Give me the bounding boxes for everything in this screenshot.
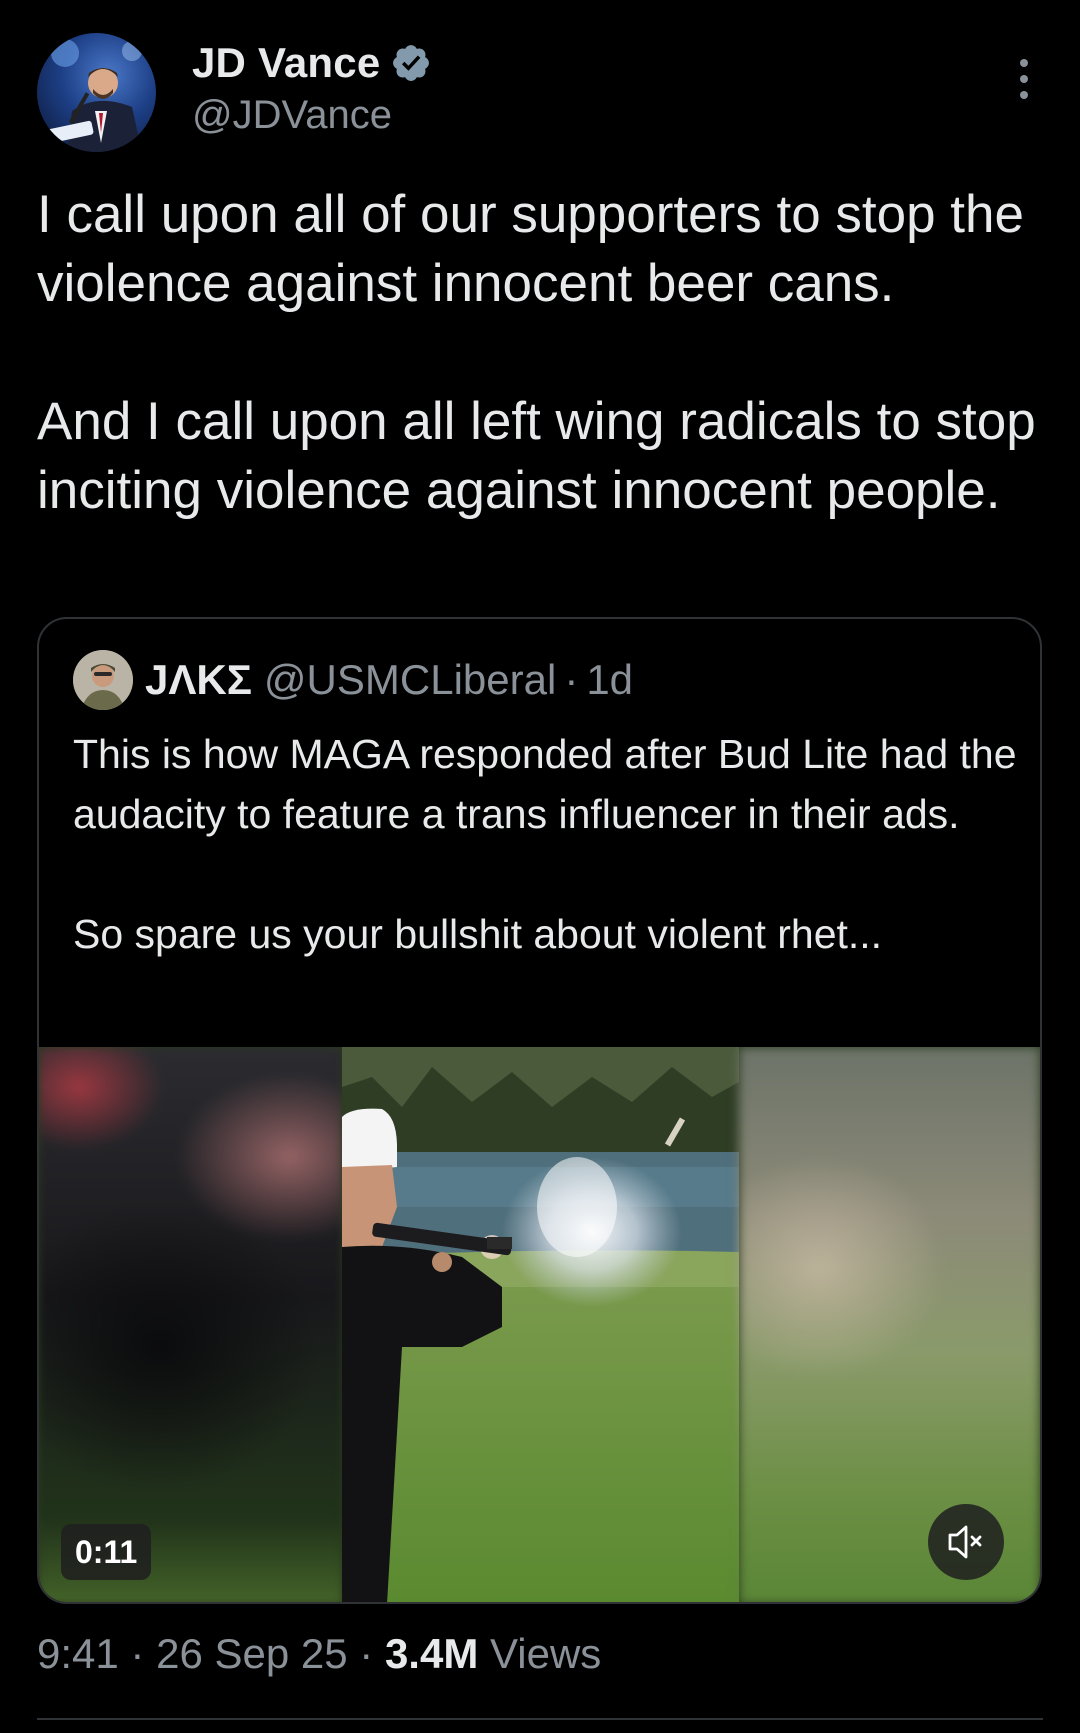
meta-separator: · xyxy=(359,1630,374,1677)
quoted-tweet-header: JΛKΣ @USMCLiberal · 1d xyxy=(73,649,633,711)
tweet-text: I call upon all of our supporters to sto… xyxy=(37,180,1057,525)
quoted-tweet-text: This is how MAGA responded after Bud Lit… xyxy=(73,724,1023,964)
quoted-author-handle[interactable]: @USMCLiberal xyxy=(264,656,556,704)
quoted-paragraph-1: This is how MAGA responded after Bud Lit… xyxy=(73,731,1017,837)
video-frame-left-blurred xyxy=(39,1047,342,1602)
video-frame-center xyxy=(342,1047,739,1602)
tweet-paragraph-2: And I call upon all left wing radicals t… xyxy=(37,392,1036,520)
author-avatar[interactable] xyxy=(37,33,156,152)
tweet-time[interactable]: 9:41 xyxy=(37,1630,119,1677)
meta-separator: · xyxy=(130,1630,145,1677)
tweet-metadata: 9:41 · 26 Sep 25 · 3.4M Views xyxy=(37,1630,601,1678)
views-label: Views xyxy=(490,1630,602,1677)
more-vertical-icon[interactable] xyxy=(1009,59,1039,109)
verified-badge-icon[interactable] xyxy=(390,42,432,84)
tweet-paragraph-1: I call upon all of our supporters to sto… xyxy=(37,185,1024,313)
quoted-paragraph-2: So spare us your bullshit about violent … xyxy=(73,911,883,957)
quoted-author-avatar[interactable] xyxy=(73,650,133,710)
tweet-header: JD Vance @JDVance xyxy=(37,33,1043,155)
author-handle[interactable]: @JDVance xyxy=(192,93,432,138)
speaker-muted-icon[interactable] xyxy=(928,1504,1004,1580)
quoted-timestamp[interactable]: 1d xyxy=(586,656,633,704)
video-player[interactable]: 0:11 xyxy=(39,1047,1040,1602)
divider xyxy=(37,1718,1043,1720)
author-display-name[interactable]: JD Vance xyxy=(192,39,380,87)
tweet-date[interactable]: 26 Sep 25 xyxy=(156,1630,348,1677)
views-count[interactable]: 3.4M xyxy=(385,1630,478,1677)
video-duration-badge: 0:11 xyxy=(61,1524,152,1580)
quoted-separator: · xyxy=(564,656,579,703)
quoted-author-display-name[interactable]: JΛKΣ xyxy=(145,656,252,704)
quoted-tweet-card[interactable]: JΛKΣ @USMCLiberal · 1d This is how MAGA … xyxy=(37,617,1042,1604)
